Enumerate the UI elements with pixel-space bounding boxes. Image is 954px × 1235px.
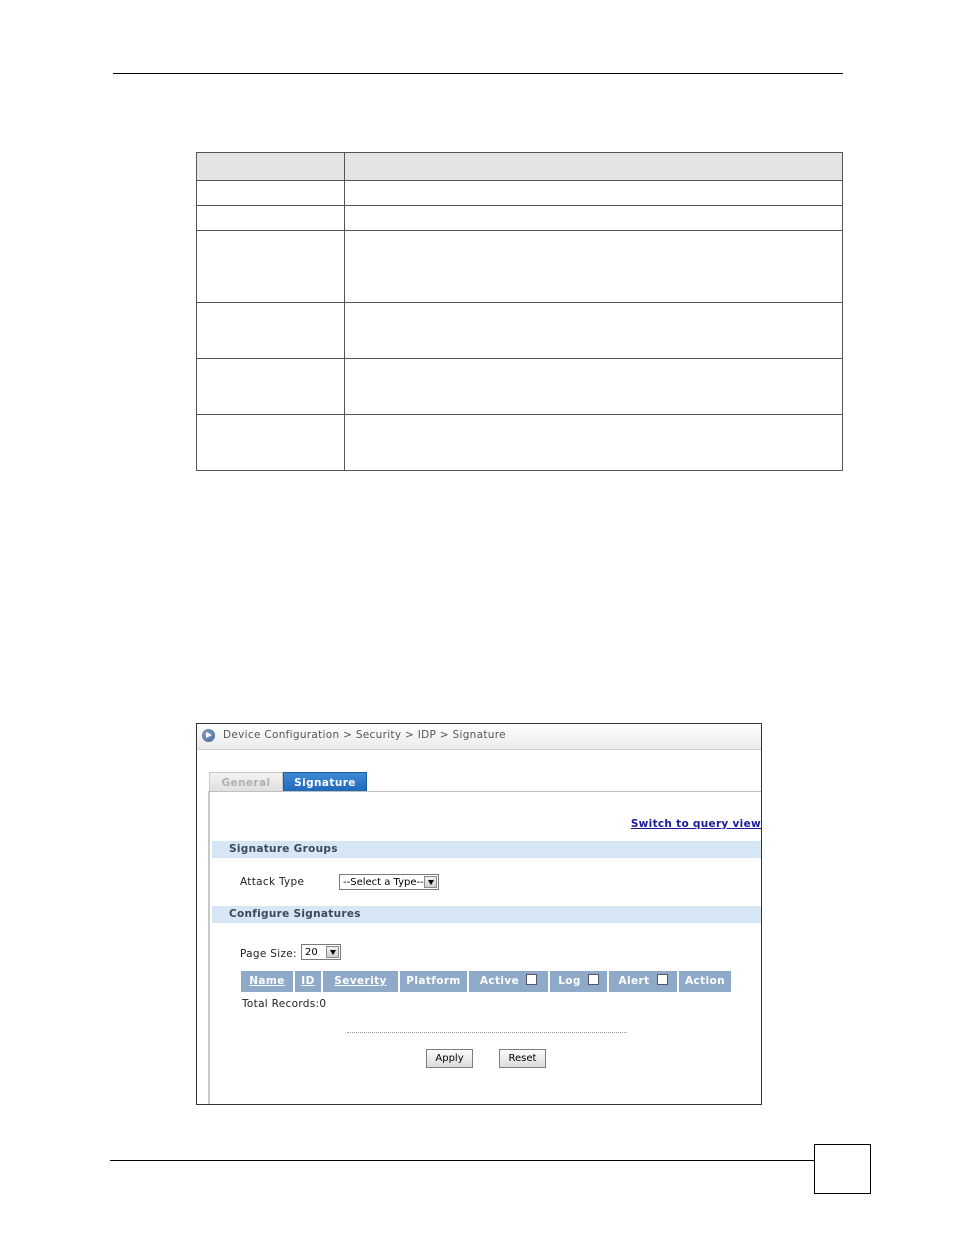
column-header-id[interactable]: ID — [295, 971, 321, 992]
column-header-severity[interactable]: Severity — [323, 971, 398, 992]
title-bar: Device Configuration > Security > IDP > … — [197, 724, 761, 750]
column-header-log: Log — [550, 971, 607, 992]
column-header-platform: Platform — [400, 971, 467, 992]
page-size-select[interactable]: 20 — [301, 944, 341, 960]
configure-signatures-header: Configure Signatures — [212, 906, 761, 923]
attack-type-select[interactable]: --Select a Type-- — [339, 874, 439, 890]
table-row — [196, 230, 843, 303]
tab-signature[interactable]: Signature — [283, 772, 367, 792]
signature-groups-header: Signature Groups — [212, 841, 761, 858]
chevron-down-icon[interactable] — [326, 946, 339, 958]
description-table — [196, 152, 843, 471]
apply-button[interactable]: Apply — [426, 1049, 473, 1068]
header-rule — [113, 73, 843, 74]
page-number-box — [814, 1144, 871, 1194]
switch-to-query-view-link[interactable]: Switch to query view — [631, 818, 761, 830]
total-records: Total Records:0 — [242, 998, 327, 1010]
column-header-alert: Alert — [609, 971, 677, 992]
table-row — [196, 205, 843, 231]
footer-rule — [110, 1160, 814, 1161]
table-row — [196, 414, 843, 471]
breadcrumb: Device Configuration > Security > IDP > … — [223, 729, 506, 741]
signature-groups-title: Signature Groups — [229, 843, 338, 855]
table-header-row — [196, 152, 843, 181]
page-size-label: Page Size: — [240, 948, 297, 960]
reset-button[interactable]: Reset — [499, 1049, 546, 1068]
divider — [347, 1032, 627, 1033]
attack-type-value: --Select a Type-- — [343, 877, 424, 888]
chevron-down-icon[interactable] — [424, 876, 437, 888]
arrow-circle-icon — [202, 729, 215, 742]
column-header-name[interactable]: Name — [241, 971, 293, 992]
attack-type-label: Attack Type — [240, 876, 305, 888]
configure-signatures-title: Configure Signatures — [229, 908, 361, 920]
log-all-checkbox[interactable] — [587, 974, 599, 985]
signature-screen: Device Configuration > Security > IDP > … — [196, 723, 762, 1105]
table-row — [196, 358, 843, 415]
table-row — [196, 180, 843, 206]
table-header-cell — [344, 152, 843, 181]
alert-all-checkbox[interactable] — [656, 974, 668, 985]
active-all-checkbox[interactable] — [526, 974, 538, 985]
column-header-action: Action — [679, 971, 731, 992]
table-row — [196, 302, 843, 359]
table-header-cell — [196, 152, 345, 181]
signature-panel: Switch to query view Signature Groups At… — [208, 791, 761, 1104]
page-size-value: 20 — [305, 947, 318, 958]
column-header-active: Active — [469, 971, 548, 992]
tab-general[interactable]: General — [209, 772, 283, 792]
